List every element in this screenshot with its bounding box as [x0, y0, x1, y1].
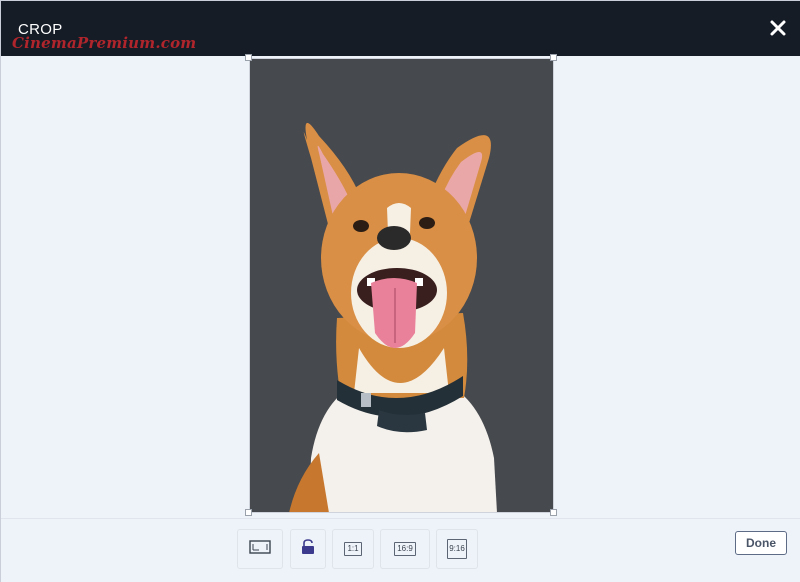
- dialog-header: CROP CinemaPremium.com: [1, 1, 800, 56]
- free-crop-button[interactable]: [237, 529, 283, 569]
- crop-image[interactable]: [249, 58, 554, 513]
- ratio-9-16-button[interactable]: 9:16: [436, 529, 478, 569]
- watermark-text: CinemaPremium.com: [12, 34, 196, 52]
- ratio-1-1-button[interactable]: 1:1: [332, 529, 374, 569]
- dog-photo: [249, 58, 554, 513]
- lock-icon: [301, 539, 315, 560]
- ratio-16-9-label: 16:9: [394, 542, 416, 556]
- ratio-9-16-label: 9:16: [447, 539, 467, 559]
- lock-aspect-button[interactable]: [290, 529, 326, 569]
- crop-handle-bottom-left[interactable]: [245, 509, 252, 516]
- ratio-16-9-button[interactable]: 16:9: [380, 529, 430, 569]
- crop-dialog: CROP CinemaPremium.com: [0, 0, 800, 582]
- crop-handle-top-left[interactable]: [245, 54, 252, 61]
- crop-canvas: [1, 56, 800, 518]
- crop-handle-bottom-right[interactable]: [550, 509, 557, 516]
- free-crop-icon: [249, 539, 271, 560]
- crop-toolbar: 1:1 16:9 9:16 Done: [1, 518, 800, 582]
- ratio-1-1-label: 1:1: [344, 542, 361, 556]
- crop-handle-top-right[interactable]: [550, 54, 557, 61]
- done-button[interactable]: Done: [735, 531, 787, 555]
- close-icon[interactable]: [768, 18, 788, 38]
